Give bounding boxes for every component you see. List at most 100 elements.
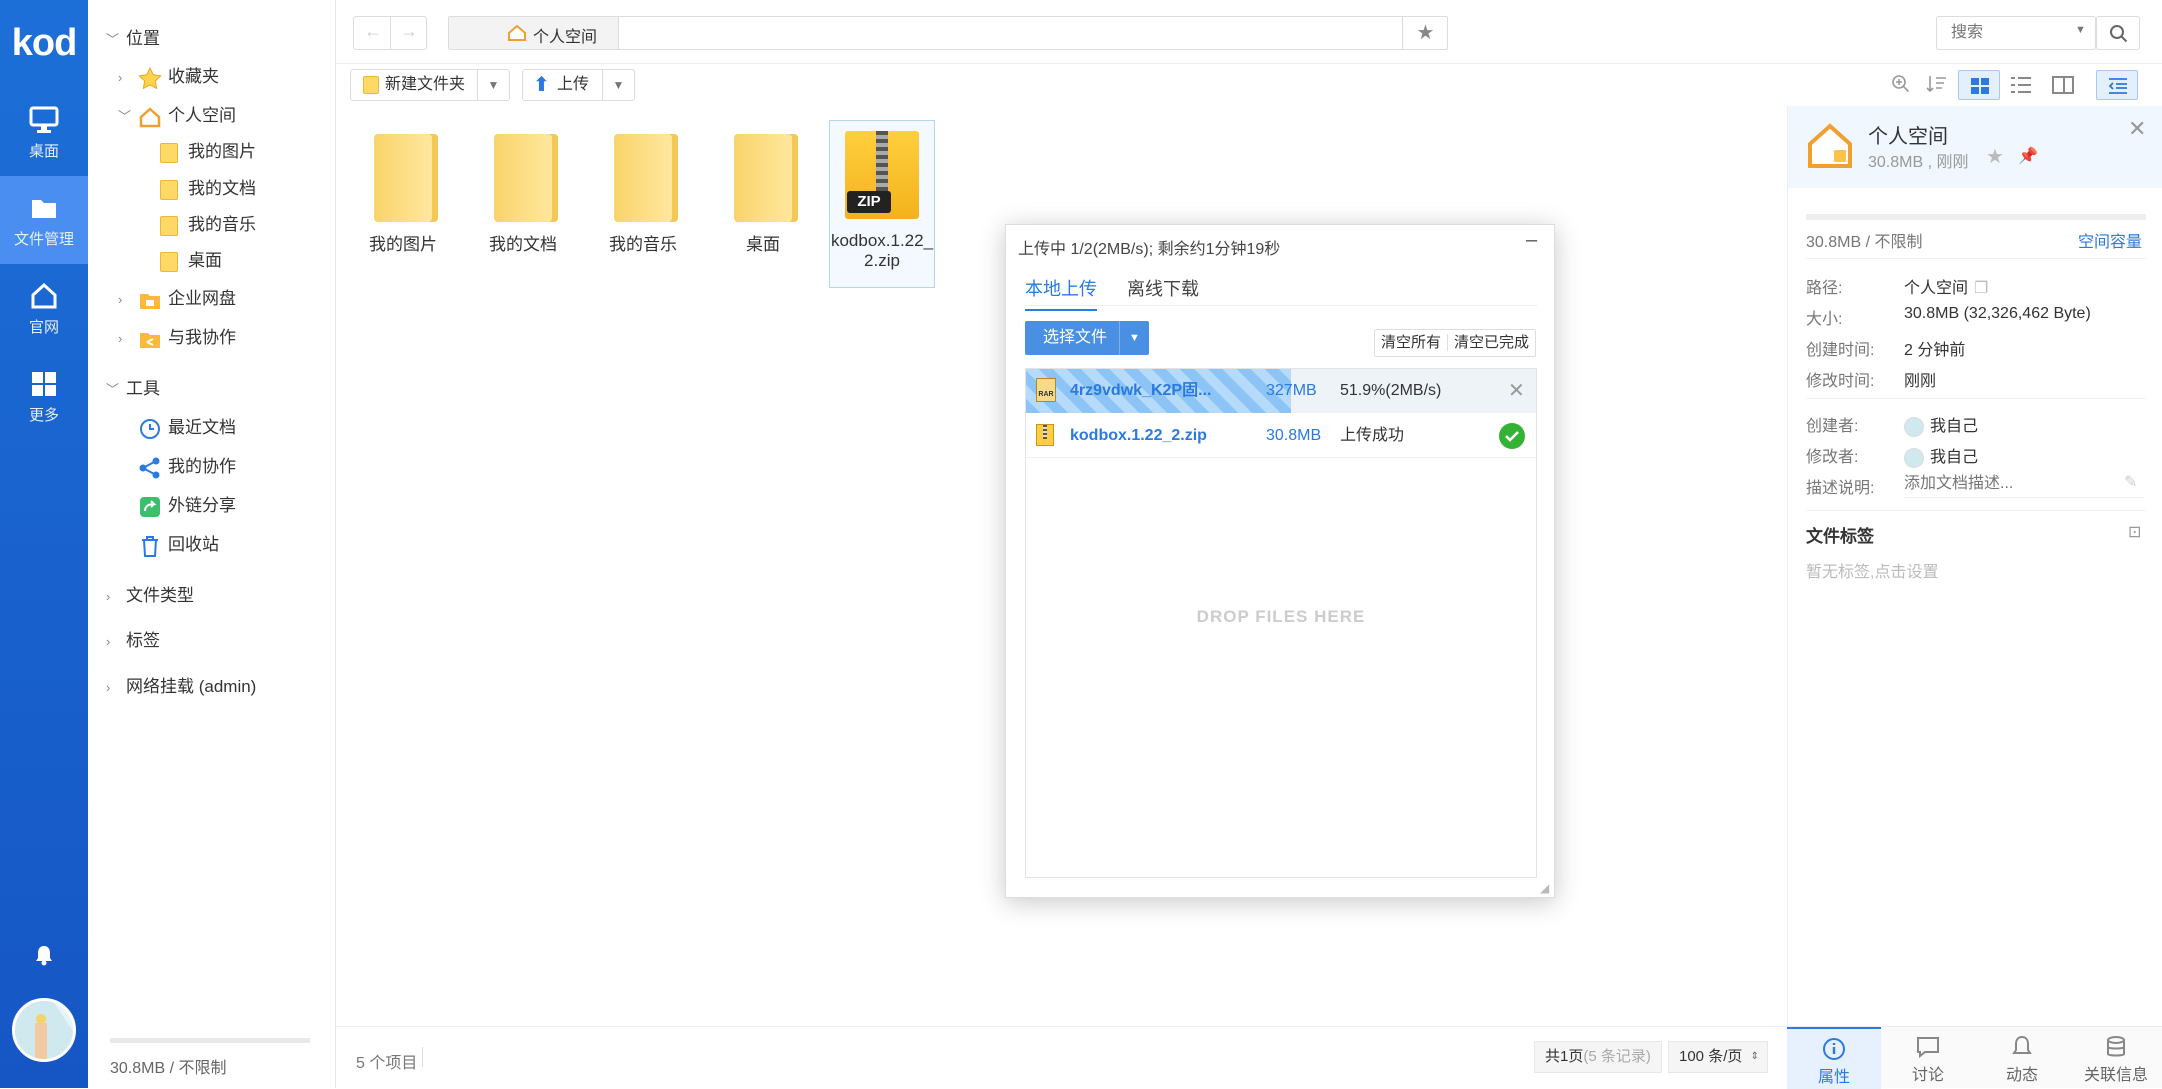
tree-section-filetypes[interactable]: › 文件类型 [106,581,194,611]
split-view-icon[interactable] [2052,76,2074,94]
rar-file-icon: RAR [1036,378,1056,402]
clear-buttons: 清空所有 清空已完成 [1374,329,1537,357]
tab-properties[interactable]: 属性 [1787,1027,1881,1089]
file-item[interactable]: 我的图片 [350,124,456,255]
upload-row[interactable]: kodbox.1.22_2.zip 30.8MB 上传成功 [1026,414,1536,458]
page-size-select[interactable]: 100 条/页 ⇕ [1668,1041,1768,1073]
tree-section-location[interactable]: ﹀ 位置 [106,24,160,54]
tree-section-netmount[interactable]: › 网络挂载 (admin) [106,672,256,702]
chevron-down-icon[interactable]: ▼ [1119,321,1149,355]
tree-item-music[interactable]: 我的音乐 [160,210,256,240]
forward-arrow-icon[interactable]: → [400,21,418,42]
link-share-icon [140,496,160,517]
file-item[interactable]: 桌面 [710,124,816,255]
appnav-more[interactable]: 更多 [0,352,88,440]
folder-icon [160,142,178,163]
favorite-star-icon[interactable]: ★ [1402,17,1448,49]
properties-tabs: 属性 讨论 动态 关联信息 [1787,1026,2162,1089]
new-folder-button[interactable]: 新建文件夹 ▼ [350,69,510,101]
resize-handle-icon[interactable]: ◢ [1540,881,1549,895]
tree-item-documents[interactable]: 我的文档 [160,174,256,204]
breadcrumb[interactable]: 个人空间 [449,17,619,49]
search-input[interactable] [1937,17,2047,49]
tree-item-share[interactable]: 外链分享 [138,491,236,521]
status-bar: 5 个项目 共1页(5 条记录) 100 条/页 ⇕ [336,1026,1787,1088]
tag-add-icon[interactable]: ⊡ [2128,522,2141,542]
folder-icon [490,124,558,222]
pin-icon[interactable]: 📌 [2018,146,2038,166]
info-icon [1823,1038,1845,1060]
toggle-info-panel-button[interactable] [2096,70,2138,100]
app-sidebar: kod 桌面 文件管理 官网 更多 [0,0,88,1088]
zip-file-icon: ZIP [845,131,919,223]
upload-button[interactable]: ⬆ 上传 ▼ [522,69,635,101]
drop-zone-hint[interactable]: DROP FILES HERE [1026,607,1536,627]
close-icon[interactable]: ✕ [2128,116,2146,142]
back-arrow-icon[interactable]: ← [364,21,382,42]
copy-icon[interactable]: ❐ [1974,280,1988,297]
chevron-down-icon[interactable]: ▼ [602,70,634,100]
chevron-right-icon: › [106,589,111,604]
avatar [1904,447,1924,468]
quota-link[interactable]: 空间容量 [2078,228,2142,252]
upload-file-name: 4rz9vdwk_K2P固... [1070,382,1212,399]
tab-related[interactable]: 关联信息 [2069,1027,2162,1089]
tags-title: 文件标签 [1806,527,1874,546]
notification-bell-icon[interactable] [34,944,54,966]
tree-item-favorites[interactable]: › 收藏夹 [118,62,219,92]
folder-icon [610,124,678,222]
appnav-website[interactable]: 官网 [0,264,88,352]
chevron-down-icon[interactable]: ▼ [477,70,509,100]
tree-item-enterprise[interactable]: › 企业网盘 [118,284,236,314]
path-label: 路径: [1806,280,1843,297]
sort-icon[interactable] [1926,74,1948,94]
minimize-icon[interactable]: – [1526,229,1537,252]
tree-item-recent[interactable]: 最近文档 [138,413,236,443]
search-button[interactable] [2096,16,2140,50]
tree-section-tools[interactable]: ﹀ 工具 [106,374,160,404]
tags-empty[interactable]: 暂无标签,点击设置 [1806,558,1938,582]
clear-done-button[interactable]: 清空已完成 [1447,334,1536,351]
user-avatar[interactable] [12,998,76,1062]
avatar [1904,416,1924,437]
appnav-desktop[interactable]: 桌面 [0,88,88,176]
app-logo: kod [11,22,78,64]
modified-label: 修改时间: [1806,373,1875,390]
choose-file-button[interactable]: 选择文件 ▼ [1025,321,1149,355]
chevron-down-icon[interactable]: ▼ [2075,24,2086,36]
tab-activity[interactable]: 动态 [1975,1027,2069,1089]
share-nodes-icon [139,457,160,479]
description-input[interactable] [1904,470,2144,498]
creator-value: 我自己 [1904,412,1978,437]
search-box: ▼ [1936,16,2096,50]
modifier-value: 我自己 [1904,443,1978,468]
appnav-files[interactable]: 文件管理 [0,176,88,264]
file-item[interactable]: 我的音乐 [590,124,696,255]
tree-item-personal[interactable]: ﹀ 个人空间 [118,101,236,131]
tree-item-desktop[interactable]: 桌面 [160,246,222,276]
chevron-down-icon: ﹀ [106,32,120,47]
cancel-upload-icon[interactable]: ✕ [1508,369,1525,413]
tree-item-mycollab[interactable]: 我的协作 [138,452,236,482]
list-view-icon[interactable] [2010,76,2032,94]
upload-row[interactable]: RAR 4rz9vdwk_K2P固... 327MB 51.9%(2MB/s) … [1026,369,1536,413]
folder-icon [160,215,178,236]
success-check-icon [1499,423,1525,449]
tree-section-tags[interactable]: › 标签 [106,626,160,656]
appnav-label: 文件管理 [13,231,74,248]
tree-item-recycle[interactable]: 回收站 [138,530,219,560]
star-icon[interactable]: ★ [1986,144,2004,169]
view-icon-mode[interactable] [1958,70,2000,100]
home-icon [508,24,526,41]
clear-all-button[interactable]: 清空所有 [1375,334,1447,351]
tab-discussion[interactable]: 讨论 [1881,1027,1975,1089]
tree-item-pictures[interactable]: 我的图片 [160,137,256,167]
file-item-selected[interactable]: ZIP kodbox.1.22_ 2.zip [829,120,935,288]
tree-item-collab[interactable]: › 与我协作 [118,323,236,353]
tab-local-upload[interactable]: 本地上传 [1025,275,1097,311]
zoom-icon[interactable] [1891,74,1911,94]
tab-offline-download[interactable]: 离线下载 [1127,275,1199,309]
edit-pencil-icon[interactable]: ✎ [2124,472,2137,492]
file-item[interactable]: 我的文档 [470,124,576,255]
address-bar[interactable]: 个人空间 ★ [448,16,1448,50]
